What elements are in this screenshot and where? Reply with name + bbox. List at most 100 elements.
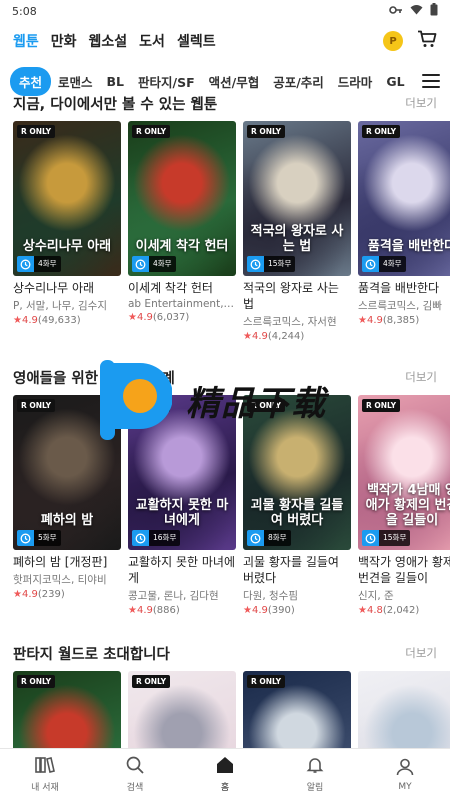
comic-author: P, 서말, 나무, 김수지 (13, 300, 107, 312)
section-header: 판타지 월드로 초대합니다 더보기 (0, 642, 450, 664)
comic-card[interactable]: R ONLY 백작가 4남매 영애가 황제의 번견을 길들이 15화무백작가 영애가… (358, 395, 450, 616)
r-only-badge: R ONLY (17, 125, 56, 138)
free-episodes-badge: 4화무 (362, 256, 406, 272)
comic-title[interactable]: 괴물 황자를 길들여 버렸다 (243, 554, 351, 586)
bottom-nav-item[interactable]: 검색 (90, 749, 180, 800)
rating-count: (8,385) (382, 315, 420, 326)
bottom-nav-item[interactable]: 알림 (270, 749, 360, 800)
comic-author: 다원, 청수핌 (243, 590, 298, 602)
free-count: 4화무 (379, 256, 406, 272)
top-tab[interactable]: 웹툰 (13, 31, 39, 51)
bottom-nav-item[interactable]: MY (360, 749, 450, 800)
cover-image[interactable]: R ONLY 상수리나무 아래 4화무 (13, 121, 121, 276)
rating-score: 4.9 (21, 589, 38, 600)
comic-title[interactable]: 백작가 영애가 황제의 번견을 길들이 (358, 554, 450, 586)
cover-title-art: 괴물 황자를 길들여 버렸다 (250, 498, 344, 528)
comic-card[interactable]: R ONLY 적국의 왕자로 사는 법 15화무 적국의 왕자로 사는 법 스르륵코믹스… (243, 121, 351, 342)
clock-icon (132, 530, 149, 546)
more-link[interactable]: 더보기 (405, 369, 437, 385)
star-icon: ★ (128, 605, 137, 616)
bottom-nav-label: 검색 (126, 783, 144, 793)
comic-title[interactable]: 이세계 착각 헌터 (128, 280, 236, 296)
comic-title[interactable]: 적국의 왕자로 사는 법 (243, 280, 351, 312)
clock-icon (362, 256, 379, 272)
star-icon: ★ (243, 605, 252, 616)
top-tab[interactable]: 웹소설 (89, 31, 128, 51)
rating-count: (390) (267, 605, 295, 616)
rating-score: 4.9 (21, 315, 38, 326)
library-icon (35, 756, 55, 778)
cover-title-art: 백작가 4남매 영애가 황제의 번견을 길들이 (365, 483, 450, 528)
comic-title[interactable]: 폐하의 밤 [개정판] (13, 554, 121, 570)
comic-title[interactable]: 품격을 배반한다 (358, 280, 450, 296)
cover-title-art: 품격을 배반한다 (367, 239, 450, 254)
r-only-badge: R ONLY (362, 399, 401, 412)
section-title: 판타지 월드로 초대합니다 (13, 646, 170, 663)
section-title: 지금, 다이에서만 볼 수 있는 웹툰 (13, 96, 218, 113)
top-tab[interactable]: 셀렉트 (177, 31, 216, 51)
clock-icon (17, 530, 34, 546)
bottom-nav: 내 서재 검색 홈 알림 MY (0, 748, 450, 800)
top-tab[interactable]: 도서 (139, 31, 165, 51)
bottom-nav-item[interactable]: 내 서재 (0, 749, 90, 800)
r-only-badge: R ONLY (247, 125, 286, 138)
genre-tab[interactable]: GL (379, 74, 411, 89)
comic-rating: ★4.9(239) (13, 589, 121, 600)
free-episodes-badge: 15화무 (362, 530, 411, 546)
free-count: 5화무 (34, 530, 61, 546)
r-only-badge: R ONLY (132, 125, 171, 138)
r-only-badge: R ONLY (17, 675, 56, 688)
section-exclusive: 지금, 다이에서만 볼 수 있는 웹툰 더보기 R ONLY 상수리나무 아래 4화무상… (0, 92, 450, 342)
rating-count: (49,633) (37, 315, 81, 326)
genre-tab[interactable]: 액션/무협 (202, 72, 267, 91)
watermark-logo (100, 360, 173, 440)
free-count: 15화무 (264, 256, 296, 272)
genre-tab[interactable]: BL (100, 74, 132, 89)
free-episodes-badge: 16화무 (132, 530, 181, 546)
comic-rating: ★4.9(49,633) (13, 315, 121, 326)
coin-button[interactable]: P (383, 31, 403, 51)
top-actions: P (383, 30, 437, 52)
bottom-nav-label: 홈 (220, 783, 230, 793)
battery-icon (430, 3, 438, 19)
clock-icon (17, 256, 34, 272)
r-only-badge: R ONLY (362, 125, 401, 138)
bottom-nav-item[interactable]: 홈 (180, 749, 270, 800)
bottom-nav-label: MY (398, 781, 412, 792)
bottom-nav-label: 알림 (306, 783, 324, 793)
comic-card[interactable]: R ONLY 상수리나무 아래 4화무상수리나무 아래 P, 서말, 나무, 김수지 ★… (13, 121, 121, 342)
rating-score: 4.9 (366, 315, 383, 326)
top-tab[interactable]: 만화 (51, 31, 77, 51)
cover-image[interactable]: R ONLY 적국의 왕자로 사는 법 15화무 (243, 121, 351, 276)
rating-count: (6,037) (152, 312, 190, 323)
clock-icon (247, 530, 264, 546)
comic-card[interactable]: R ONLY 품격을 배반한다 4화무 품격을 배반한다 스르륵코믹스, 김빠 ★4.9(… (358, 121, 450, 342)
genre-tab[interactable]: 로맨스 (51, 72, 100, 91)
comic-title[interactable]: 상수리나무 아래 (13, 280, 121, 296)
more-link[interactable]: 더보기 (405, 645, 437, 661)
genre-tab[interactable]: 드라마 (331, 72, 380, 91)
wifi-icon (410, 4, 423, 18)
r-only-badge: R ONLY (17, 399, 56, 412)
menu-icon[interactable] (422, 74, 440, 88)
comic-title[interactable]: 교활하지 못한 마녀에게 (128, 554, 236, 586)
rating-score: 4.8 (366, 605, 383, 616)
comic-card[interactable]: R ONLY 이세계 착각 헌터 4화무 이세계 착각 헌터 ab Entertainm… (128, 121, 236, 342)
cover-image[interactable]: R ONLY 백작가 4남매 영애가 황제의 번견을 길들이 15화무 (358, 395, 450, 550)
free-count: 16화무 (149, 530, 181, 546)
genre-tab[interactable]: 공포/추리 (266, 72, 331, 91)
cover-image[interactable]: R ONLY 이세계 착각 헌터 4화무 (128, 121, 236, 276)
more-link[interactable]: 더보기 (405, 95, 437, 111)
genre-tab[interactable]: 판타지/SF (131, 72, 202, 91)
clock-icon (362, 530, 379, 546)
free-episodes-badge: 4화무 (17, 256, 61, 272)
key-icon (389, 5, 403, 18)
top-tabs: 웹툰 만화 웹소설 도서 셀렉트 (13, 31, 216, 51)
free-count: 4화무 (34, 256, 61, 272)
comic-rating: ★4.9(390) (243, 605, 351, 616)
cover-image[interactable]: R ONLY 품격을 배반한다 4화무 (358, 121, 450, 276)
star-icon: ★ (243, 331, 252, 342)
cart-icon[interactable] (417, 30, 437, 52)
rating-score: 4.9 (136, 312, 153, 323)
bottom-nav-label: 내 서재 (31, 783, 59, 793)
